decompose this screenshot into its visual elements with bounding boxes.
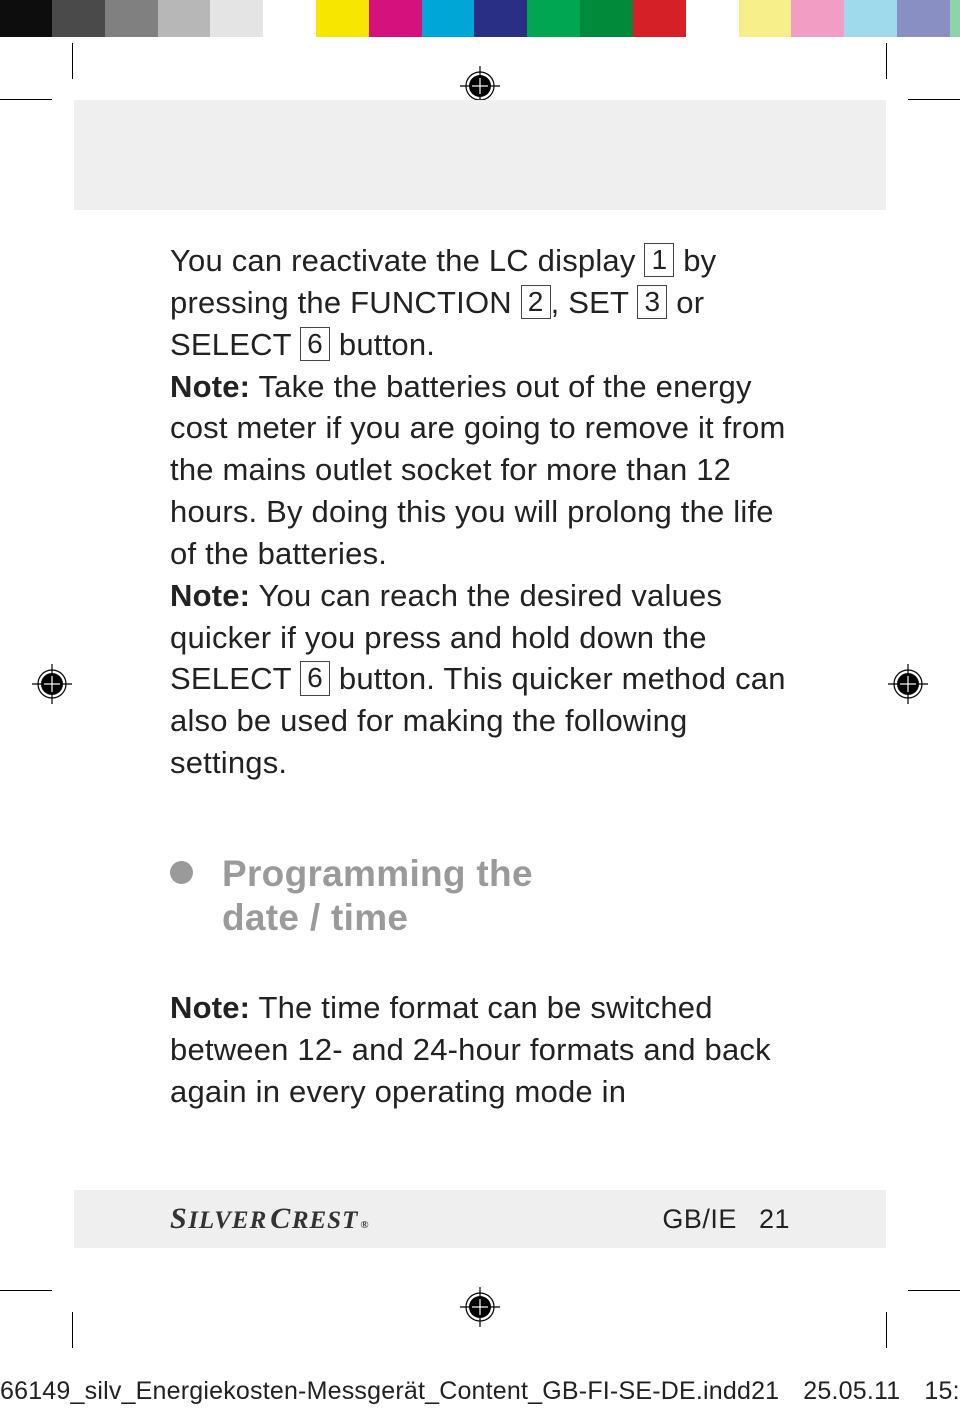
color-swatch <box>897 0 950 37</box>
slug-filename: 66149_silv_Energiekosten-Messgerät_Conte… <box>0 1377 751 1406</box>
crop-mark <box>0 99 52 100</box>
color-calibration-bar <box>0 0 960 37</box>
keycap-2: 2 <box>521 285 551 319</box>
brand-text: REST <box>292 1207 359 1235</box>
page-footer: SILVERCREST® GB/IE 21 <box>74 1190 886 1248</box>
color-swatch <box>791 0 844 37</box>
bullet-icon <box>170 861 193 884</box>
registration-mark-bottom <box>460 1287 500 1327</box>
crop-mark <box>886 1312 887 1348</box>
page-content: You can reactivate the LC display 1 by p… <box>74 100 886 1113</box>
color-swatch <box>316 0 369 37</box>
region-code: GB/IE <box>662 1204 737 1235</box>
color-swatch <box>369 0 422 37</box>
color-swatch <box>527 0 580 37</box>
crop-mark <box>0 1290 52 1291</box>
body-text-block-1: You can reactivate the LC display 1 by p… <box>74 240 886 784</box>
keycap-3: 3 <box>637 285 667 319</box>
crop-mark <box>72 43 73 79</box>
color-swatch <box>158 0 211 37</box>
brand-text: ILVER <box>188 1207 267 1235</box>
registration-mark-right <box>888 664 928 704</box>
heading-line-2: date / time <box>222 897 408 938</box>
color-swatch <box>844 0 897 37</box>
registration-mark-left <box>32 664 72 704</box>
note-label: Note: <box>170 369 250 404</box>
footer-right: GB/IE 21 <box>662 1204 790 1235</box>
brand-logo: SILVERCREST® <box>170 1202 369 1236</box>
text: button. <box>330 327 435 362</box>
crop-mark <box>908 99 960 100</box>
text: Take the batteries out of the energy cos… <box>170 369 785 571</box>
text: , SET <box>551 285 638 320</box>
brand-text: S <box>170 1202 187 1236</box>
text: The time format can be switched between … <box>170 990 771 1109</box>
color-swatch <box>580 0 633 37</box>
color-swatch <box>105 0 158 37</box>
color-swatch <box>474 0 527 37</box>
color-swatch <box>263 0 316 37</box>
crop-mark <box>886 43 887 79</box>
color-swatch <box>686 0 739 37</box>
slug-pagenum: 21 <box>751 1377 779 1406</box>
color-swatch <box>210 0 263 37</box>
section-heading: Programming the date / time <box>74 852 886 939</box>
text: You can reactivate the LC display <box>170 243 644 278</box>
color-swatch <box>739 0 792 37</box>
note-label: Note: <box>170 990 250 1025</box>
heading-line-1: Programming the <box>222 853 533 894</box>
color-swatch <box>633 0 686 37</box>
slug-date: 25.05.11 <box>803 1377 900 1406</box>
color-swatch <box>52 0 105 37</box>
page-number: 21 <box>759 1204 790 1235</box>
color-swatch <box>0 0 52 37</box>
keycap-6: 6 <box>300 327 330 361</box>
crop-mark <box>72 1312 73 1348</box>
slug-time: 15:06 <box>924 1377 960 1406</box>
registered-mark: ® <box>360 1219 369 1231</box>
header-gray-band <box>74 100 886 210</box>
color-swatch <box>422 0 475 37</box>
print-slug-line: 66149_silv_Energiekosten-Messgerät_Conte… <box>0 1377 960 1406</box>
body-text-block-2: Note: The time format can be switched be… <box>74 987 886 1113</box>
crop-mark <box>908 1290 960 1291</box>
note-label: Note: <box>170 578 250 613</box>
keycap-6: 6 <box>300 661 330 695</box>
color-swatch <box>950 0 960 37</box>
brand-text: C <box>270 1202 291 1236</box>
keycap-1: 1 <box>644 243 674 277</box>
